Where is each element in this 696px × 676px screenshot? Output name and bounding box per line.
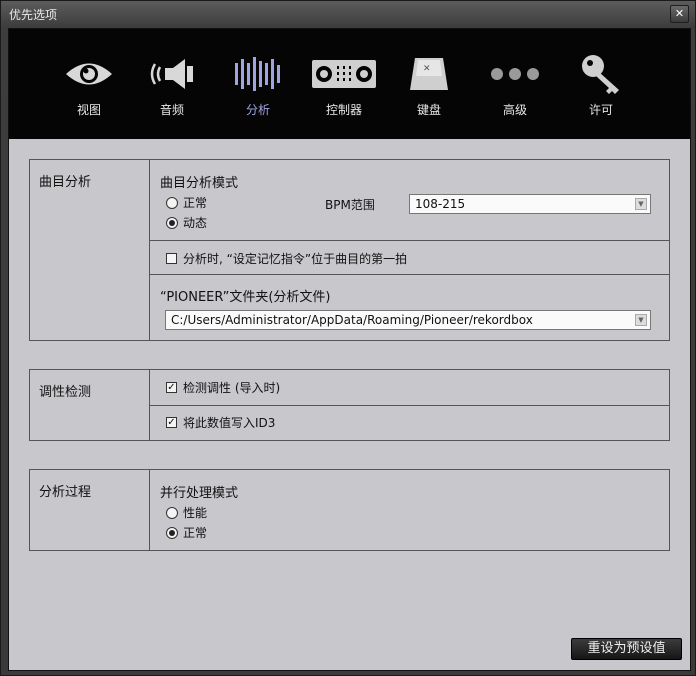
waveform-icon [227, 49, 289, 99]
write-id3-checkbox[interactable]: ✓ [166, 417, 177, 428]
cue-checkbox-label: 分析时, “设定记忆指令”位于曲目的第一拍 [183, 252, 408, 266]
mode-normal-radio[interactable] [166, 197, 178, 209]
folder-label: “PIONEER”文件夹(分析文件) [160, 290, 331, 305]
folder-path-select[interactable]: C:/Users/Administrator/AppData/Roaming/P… [165, 310, 651, 330]
parallel-mode-row: 并行处理模式 性能 正常 [150, 470, 669, 550]
track-analysis-header: 曲目分析 [30, 160, 150, 340]
tab-advanced[interactable]: 高级 [485, 49, 545, 121]
dots-icon [485, 49, 545, 99]
detect-key-label: 检测调性 (导入时) [183, 381, 281, 395]
write-id3-row: ✓ 将此数值写入ID3 [150, 405, 669, 441]
mode-dynamic-label: 动态 [183, 216, 208, 230]
window-title: 优先选项 [9, 8, 58, 22]
tab-view-label: 视图 [76, 103, 101, 117]
key-icon [571, 49, 631, 99]
tab-view[interactable]: 视图 [59, 49, 119, 121]
performance-radio[interactable] [166, 507, 178, 519]
title-bar[interactable]: 优先选项 ✕ [1, 1, 695, 27]
analysis-mode-row: 曲目分析模式 正常 动态 BPM范围 108-215 ▼ [150, 160, 669, 240]
parallel-mode-label: 并行处理模式 [160, 486, 239, 501]
tab-audio-label: 音频 [159, 103, 184, 117]
folder-row: “PIONEER”文件夹(分析文件) C:/Users/Administrato… [150, 274, 669, 341]
key-detection-title: 调性检测 [39, 385, 92, 400]
controller-icon [309, 49, 379, 99]
mode-normal-label: 正常 [183, 196, 208, 210]
key-detection-group: 调性检测 ✓ 检测调性 (导入时) ✓ 将此数值写入ID3 [29, 369, 670, 441]
normal-label: 正常 [183, 526, 208, 540]
detect-key-row: ✓ 检测调性 (导入时) [150, 370, 669, 405]
tab-keyboard[interactable]: ✕ 键盘 [399, 49, 459, 121]
analysis-mode-label: 曲目分析模式 [160, 176, 239, 191]
analysis-process-title: 分析过程 [39, 485, 92, 500]
preferences-window: 优先选项 ✕ 视图 音频 分析 控制器 ✕ 键盘 高级 许可 曲目分析 曲目分析… [0, 0, 696, 676]
mode-dynamic-radio[interactable] [166, 217, 178, 229]
tab-keyboard-label: 键盘 [416, 103, 441, 117]
bpm-range-select[interactable]: 108-215 ▼ [409, 194, 651, 214]
eye-icon [59, 49, 119, 99]
tab-license-label: 许可 [588, 103, 613, 117]
preferences-content: 视图 音频 分析 控制器 ✕ 键盘 高级 许可 曲目分析 曲目分析模式 正常 动… [8, 28, 691, 671]
chevron-down-icon: ▼ [635, 314, 647, 326]
tab-advanced-label: 高级 [502, 103, 527, 117]
normal-radio[interactable] [166, 527, 178, 539]
performance-label: 性能 [183, 506, 208, 520]
cue-option-row: 分析时, “设定记忆指令”位于曲目的第一拍 [150, 240, 669, 275]
detect-key-checkbox[interactable]: ✓ [166, 382, 177, 393]
analysis-process-header: 分析过程 [30, 470, 150, 550]
keyboard-icon: ✕ [399, 49, 459, 99]
tab-controller[interactable]: 控制器 [309, 49, 379, 121]
track-analysis-group: 曲目分析 曲目分析模式 正常 动态 BPM范围 108-215 ▼ 分析时, “… [29, 159, 670, 341]
tab-audio[interactable]: 音频 [142, 49, 202, 121]
bpm-range-label: BPM范围 [325, 198, 375, 212]
chevron-down-icon: ▼ [635, 198, 647, 210]
track-analysis-title: 曲目分析 [39, 175, 92, 190]
tab-license[interactable]: 许可 [571, 49, 631, 121]
category-toolbar: 视图 音频 分析 控制器 ✕ 键盘 高级 许可 [9, 29, 690, 139]
bpm-range-value: 108-215 [415, 197, 466, 211]
speaker-icon [142, 49, 202, 99]
folder-path-value: C:/Users/Administrator/AppData/Roaming/P… [171, 313, 533, 327]
close-button[interactable]: ✕ [670, 5, 689, 23]
cue-checkbox[interactable] [166, 253, 177, 264]
reset-defaults-button[interactable]: 重设为预设值 [571, 638, 682, 660]
write-id3-label: 将此数值写入ID3 [183, 416, 276, 430]
tab-controller-label: 控制器 [325, 103, 362, 117]
svg-text:✕: ✕ [423, 64, 431, 74]
key-detection-header: 调性检测 [30, 370, 150, 440]
tab-analysis-label: 分析 [245, 103, 270, 117]
analysis-process-group: 分析过程 并行处理模式 性能 正常 [29, 469, 670, 551]
tab-analysis[interactable]: 分析 [227, 49, 289, 121]
